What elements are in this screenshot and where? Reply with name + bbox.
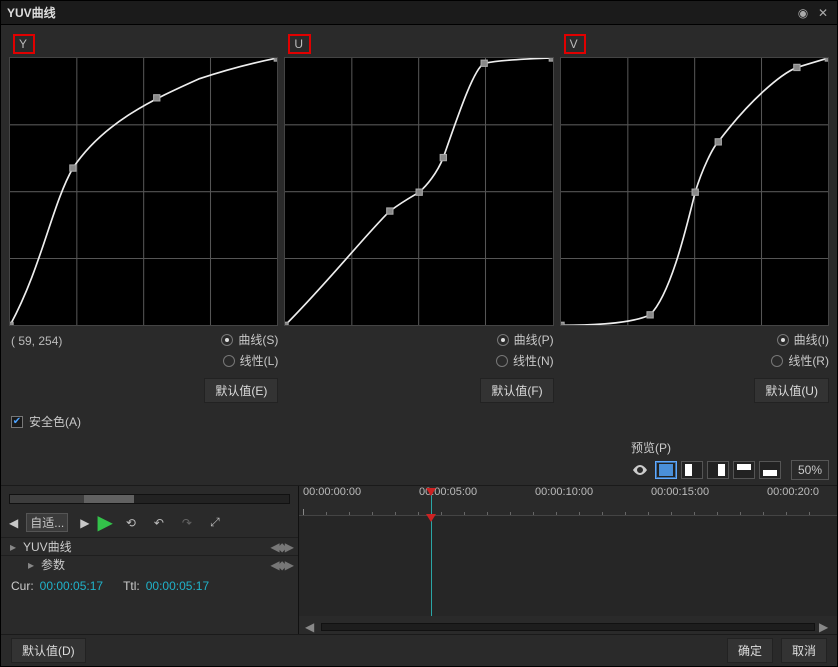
curve-canvas-y[interactable]	[9, 57, 278, 326]
redo-icon[interactable]: ↷	[177, 516, 197, 530]
radio-dot-icon	[771, 355, 783, 367]
radio-dot-icon	[496, 355, 508, 367]
scroll-right-icon[interactable]: ▶	[819, 620, 831, 634]
preview-mode-split-h-icon[interactable]	[733, 461, 755, 479]
play-icon[interactable]: ▶	[97, 510, 112, 535]
panel-v: V 曲线(I)	[560, 33, 829, 403]
time-ruler[interactable]: 00:00:00:00 00:00:05:00 00:00:10:00 00:0…	[299, 486, 837, 516]
window-title: YUV曲线	[7, 4, 791, 21]
preview-mode-split-h2-icon[interactable]	[759, 461, 781, 479]
radio-curve-y[interactable]: 曲线(S)	[221, 331, 278, 348]
radio-dot-icon	[497, 334, 509, 346]
radio-linear-u[interactable]: 线性(N)	[496, 352, 554, 369]
panel-u-label: U	[288, 34, 311, 54]
panel-y-label-row: Y	[9, 33, 278, 55]
preview-mode-split-v-icon[interactable]	[681, 461, 703, 479]
next-icon[interactable]: ▶	[80, 516, 89, 530]
ttl-value: 00:00:05:17	[146, 579, 209, 593]
track-row-1[interactable]: ▸ 参数 ◀◆▶	[1, 555, 298, 573]
footer: 默认值(D) 确定 取消	[1, 634, 837, 666]
preview-zoom[interactable]: 50%	[791, 460, 829, 480]
playhead[interactable]	[431, 490, 432, 515]
radio-dot-icon	[221, 334, 233, 346]
panel-y-label: Y	[13, 34, 35, 54]
ok-button[interactable]: 确定	[727, 638, 773, 663]
curve-canvas-u[interactable]	[284, 57, 553, 326]
prev-icon[interactable]: ◀	[9, 516, 18, 530]
coords-readout: ( 59, 254)	[9, 330, 194, 352]
radio-dot-icon	[223, 355, 235, 367]
curve-panels: Y ( 59, 254)	[1, 25, 837, 403]
timeline: ◀ 自适... ▶ ▶ ⟲ ↶ ↷ ⤢ ▸ YUV曲线 ◀◆▶ ▸ 参数 ◀◆▶…	[1, 485, 837, 634]
panel-u: U 曲线(P)	[284, 33, 553, 403]
timeline-scrollbar[interactable]: ◀ ▶	[299, 620, 837, 634]
fit-dropdown[interactable]: 自适...	[26, 513, 68, 532]
curve-canvas-v[interactable]	[560, 57, 829, 326]
eye-icon[interactable]	[631, 464, 649, 476]
keyframe-nav-icon[interactable]: ◀◆▶	[270, 540, 292, 554]
cur-value: 00:00:05:17	[40, 579, 103, 593]
expand-icon[interactable]: ▸	[25, 558, 37, 572]
scroll-left-icon[interactable]: ◀	[305, 620, 317, 634]
keyframe-nav-icon[interactable]: ◀◆▶	[270, 558, 292, 572]
cur-label: Cur:	[11, 579, 34, 593]
cancel-button[interactable]: 取消	[781, 638, 827, 663]
preview-label: 预览(P)	[631, 439, 671, 456]
default-button-u[interactable]: 默认值(F)	[480, 378, 553, 403]
radio-linear-y[interactable]: 线性(L)	[223, 352, 279, 369]
timeline-body[interactable]	[299, 516, 837, 616]
preview-mode-split-v2-icon[interactable]	[707, 461, 729, 479]
loop-icon[interactable]: ⟲	[121, 516, 141, 530]
track-row-0[interactable]: ▸ YUV曲线 ◀◆▶	[1, 537, 298, 555]
radio-dot-icon	[777, 334, 789, 346]
default-button-v[interactable]: 默认值(U)	[754, 378, 829, 403]
panel-y: Y ( 59, 254)	[9, 33, 278, 403]
default-button-y[interactable]: 默认值(E)	[204, 378, 278, 403]
close-icon[interactable]: ✕	[815, 5, 831, 21]
overview-bar[interactable]	[9, 494, 290, 504]
preview-mode-full-icon[interactable]	[655, 461, 677, 479]
radio-curve-v[interactable]: 曲线(I)	[777, 331, 829, 348]
graph-icon[interactable]: ⤢	[205, 515, 225, 530]
radio-linear-v[interactable]: 线性(R)	[771, 352, 829, 369]
footer-default-button[interactable]: 默认值(D)	[11, 638, 86, 663]
expand-icon[interactable]: ▸	[7, 540, 19, 554]
panel-v-label: V	[564, 34, 586, 54]
safe-color-checkbox[interactable]: ✔	[11, 416, 23, 428]
undo-icon[interactable]: ↶	[149, 516, 169, 530]
titlebar: YUV曲线 ◉ ✕	[1, 1, 837, 25]
radio-curve-u[interactable]: 曲线(P)	[497, 331, 554, 348]
help-icon[interactable]: ◉	[795, 5, 811, 21]
ttl-label: Ttl:	[123, 579, 140, 593]
safe-color-label: 安全色(A)	[29, 413, 81, 430]
